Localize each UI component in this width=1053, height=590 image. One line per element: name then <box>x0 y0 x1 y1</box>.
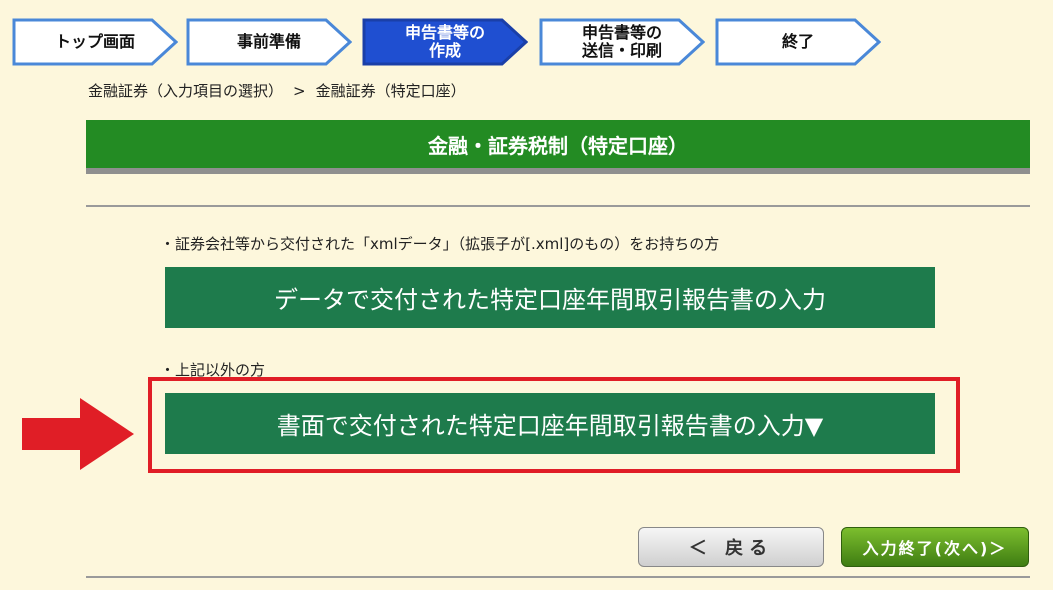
step-send-print-label: 申告書等の 送信・印刷 <box>581 23 662 60</box>
step-create-label: 申告書等の 作成 <box>404 23 485 60</box>
red-arrow-icon <box>22 398 134 470</box>
step-preparation: 事前準備 <box>186 18 352 66</box>
finish-input-next-button[interactable]: 入力終了(次へ)＞ <box>841 527 1029 567</box>
step-top-label: トップ画面 <box>54 32 135 51</box>
step-create: 申告書等の 作成 <box>362 18 528 66</box>
other-users-note: ・上記以外の方 <box>160 361 266 379</box>
progress-steps: トップ画面 事前準備 申告書等の 作成 申告書等の 送信・印刷 終了 <box>12 18 892 70</box>
breadcrumb-current: 金融証券（特定口座） <box>315 82 466 100</box>
breadcrumb: 金融証券（入力項目の選択） > 金融証券（特定口座） <box>88 80 466 101</box>
step-top: トップ画面 <box>12 18 178 66</box>
step-finish: 終了 <box>715 18 881 66</box>
data-report-input-button[interactable]: データで交付された特定口座年間取引報告書の入力 <box>165 267 935 328</box>
divider-bottom <box>86 576 1030 578</box>
section-title: 金融・証券税制（特定口座） <box>86 120 1030 168</box>
breadcrumb-separator: > <box>293 82 306 100</box>
back-button[interactable]: ＜ 戻る <box>638 527 824 567</box>
breadcrumb-parent: 金融証券（入力項目の選択） <box>88 82 284 100</box>
section-title-underbar <box>86 168 1030 174</box>
step-preparation-label: 事前準備 <box>236 32 301 51</box>
step-send-print: 申告書等の 送信・印刷 <box>539 18 705 66</box>
paper-report-input-button[interactable]: 書面で交付された特定口座年間取引報告書の入力▼ <box>165 393 935 454</box>
divider-top <box>86 205 1030 207</box>
step-finish-label: 終了 <box>781 32 814 51</box>
xml-data-note: ・証券会社等から交付された「xmlデータ」（拡張子が[.xml]のもの）をお持ち… <box>160 235 720 253</box>
